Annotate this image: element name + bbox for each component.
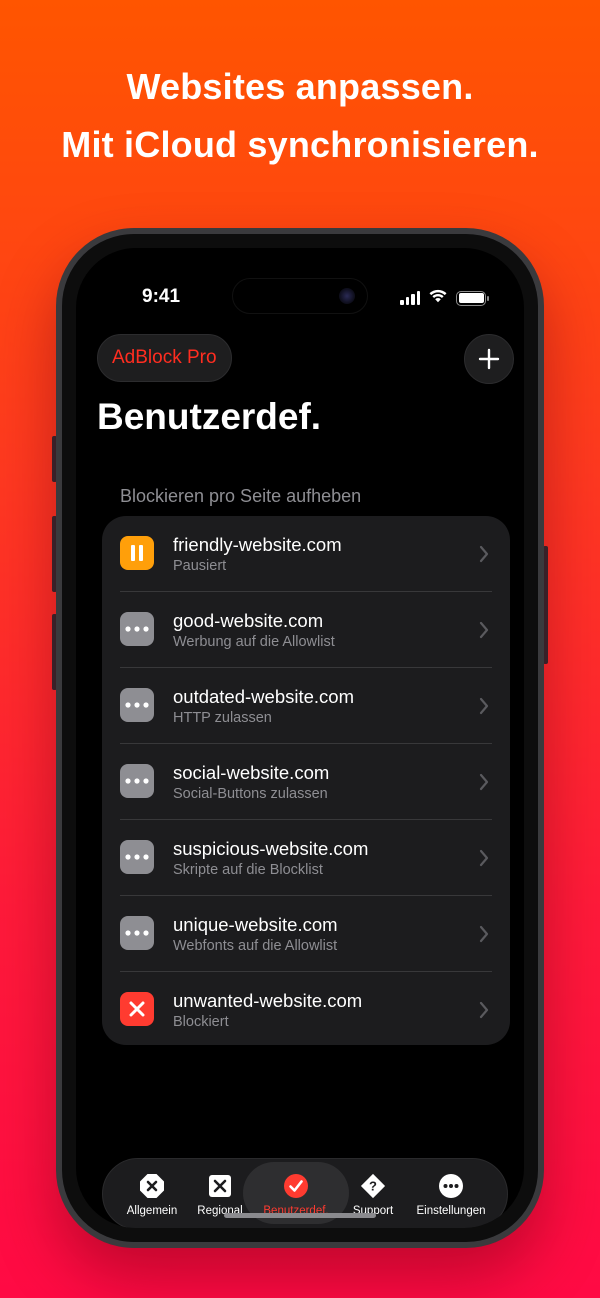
ellipsis-icon (120, 764, 154, 798)
ellipsis-icon (120, 840, 154, 874)
site-row[interactable]: good-website.com Werbung auf die Allowli… (102, 592, 510, 668)
ellipsis-icon (120, 688, 154, 722)
site-status: Social-Buttons zulassen (173, 786, 328, 802)
site-status: Pausiert (173, 558, 227, 574)
site-row[interactable]: outdated-website.com HTTP zulassen (102, 668, 510, 744)
site-domain: suspicious-website.com (173, 838, 369, 859)
chevron-right-icon (479, 925, 489, 943)
app-screen: 9:41 AdBlock Pro Benutzerdef. Blockieren… (76, 248, 524, 1228)
pause-icon (120, 536, 154, 570)
wifi-icon (428, 288, 448, 308)
chevron-right-icon (479, 849, 489, 867)
site-row[interactable]: unwanted-website.com Blockiert (102, 972, 510, 1048)
site-row[interactable]: unique-website.com Webfonts auf die Allo… (102, 896, 510, 972)
ellipsis-icon (120, 916, 154, 950)
site-domain: good-website.com (173, 610, 324, 631)
status-icons (400, 288, 489, 308)
battery-icon (456, 290, 489, 306)
section-header: Blockieren pro Seite aufheben (120, 486, 362, 506)
octagon-x-icon (139, 1173, 165, 1199)
site-status: Webfonts auf die Allowlist (173, 938, 338, 954)
site-status: HTTP zulassen (173, 710, 272, 726)
add-button[interactable] (464, 334, 514, 384)
diamond-question-icon: ? (360, 1173, 386, 1199)
site-domain: unique-website.com (173, 914, 338, 935)
chevron-right-icon (479, 697, 489, 715)
tab-allgemein[interactable]: Allgemein (117, 1159, 187, 1228)
chevron-right-icon (479, 1001, 489, 1019)
ellipsis-circle-icon (438, 1173, 464, 1199)
marketing-headline-line-1: Websites anpassen. (126, 66, 474, 107)
checkmark-circle-icon (283, 1173, 309, 1199)
marketing-headline-line-2: Mit iCloud synchronisieren. (61, 124, 539, 165)
tab-einstellungen[interactable]: Einstellungen (405, 1159, 497, 1228)
chevron-right-icon (479, 621, 489, 639)
status-time: 9:41 (142, 286, 181, 307)
chevron-right-icon (479, 773, 489, 791)
chevron-right-icon (479, 545, 489, 563)
site-status: Skripte auf die Blocklist (173, 862, 323, 878)
site-domain: friendly-website.com (173, 534, 342, 555)
dynamic-island (232, 278, 368, 314)
phone-frame: 9:41 AdBlock Pro Benutzerdef. Blockieren… (56, 228, 544, 1248)
tab-label: Einstellungen (416, 1205, 486, 1217)
site-row[interactable]: social-website.com Social-Buttons zulass… (102, 744, 510, 820)
svg-text:?: ? (369, 1179, 377, 1194)
ellipsis-icon (120, 612, 154, 646)
site-row[interactable]: friendly-website.com Pausiert (102, 516, 510, 592)
site-row[interactable]: suspicious-website.com Skripte auf die B… (102, 820, 510, 896)
front-camera-icon (339, 288, 355, 304)
xmark-icon (120, 992, 154, 1026)
site-domain: social-website.com (173, 762, 330, 783)
cellular-signal-icon (400, 291, 420, 305)
page-title: Benutzerdef. (97, 396, 322, 437)
site-domain: unwanted-website.com (173, 990, 363, 1011)
square-x-icon (207, 1173, 233, 1199)
plus-icon (478, 348, 500, 370)
tab-label: Allgemein (126, 1205, 178, 1217)
site-domain: outdated-website.com (173, 686, 354, 707)
site-status: Werbung auf die Allowlist (173, 634, 335, 650)
app-name-button[interactable]: AdBlock Pro (97, 334, 232, 382)
site-status: Blockiert (173, 1014, 229, 1030)
home-indicator[interactable] (224, 1213, 376, 1218)
site-list: friendly-website.com Pausiert good-websi… (102, 516, 510, 1045)
